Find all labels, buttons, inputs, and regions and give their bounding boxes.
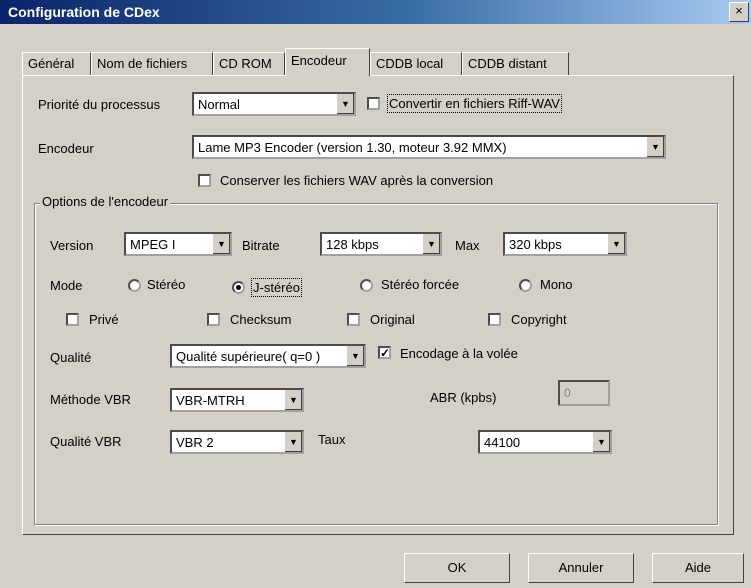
private-label: Privé bbox=[89, 312, 119, 327]
version-select[interactable]: MPEG I ▼ bbox=[124, 232, 232, 256]
riff-wav-checkbox[interactable] bbox=[367, 97, 380, 110]
keep-wav-label: Conserver les fichiers WAV après la conv… bbox=[220, 173, 494, 188]
bitrate-label: Bitrate bbox=[242, 238, 280, 253]
tab-general[interactable]: Général bbox=[22, 52, 91, 75]
encoder-options-title: Options de l'encodeur bbox=[40, 194, 171, 209]
radio-selected-dot bbox=[236, 285, 241, 290]
mode-label: Mode bbox=[50, 278, 83, 293]
chevron-down-icon[interactable]: ▼ bbox=[284, 432, 302, 452]
priority-select[interactable]: Normal ▼ bbox=[192, 92, 356, 116]
mode-mono-label: Mono bbox=[540, 277, 573, 292]
priority-label: Priorité du processus bbox=[38, 97, 161, 112]
chevron-down-icon[interactable]: ▼ bbox=[346, 346, 364, 366]
mode-mono-radio[interactable] bbox=[519, 279, 532, 292]
abr-label: ABR (kpbs) bbox=[430, 390, 497, 405]
mode-forced-stereo-radio[interactable] bbox=[360, 279, 373, 292]
title-bar: Configuration de CDex × bbox=[0, 0, 751, 24]
original-checkbox[interactable] bbox=[347, 313, 360, 326]
rate-label: Taux bbox=[318, 432, 346, 447]
tab-cddb-remote[interactable]: CDDB distant bbox=[462, 52, 569, 75]
chevron-down-icon[interactable]: ▼ bbox=[592, 432, 610, 452]
vbr-method-value: VBR-MTRH bbox=[176, 393, 245, 408]
mode-stereo-label: Stéréo bbox=[147, 277, 186, 292]
private-checkbox[interactable] bbox=[66, 313, 79, 326]
chevron-down-icon[interactable]: ▼ bbox=[336, 94, 354, 114]
chevron-down-icon[interactable]: ▼ bbox=[212, 234, 230, 254]
on-the-fly-label: Encodage à la volée bbox=[400, 346, 518, 361]
window-title: Configuration de CDex bbox=[8, 4, 160, 20]
close-icon[interactable]: × bbox=[729, 2, 749, 22]
encoder-select[interactable]: Lame MP3 Encoder (version 1.30, moteur 3… bbox=[192, 135, 666, 159]
keep-wav-checkbox[interactable] bbox=[198, 174, 211, 187]
copyright-label: Copyright bbox=[511, 312, 567, 327]
chevron-down-icon[interactable]: ▼ bbox=[284, 390, 302, 410]
tab-encoder[interactable]: Encodeur bbox=[285, 48, 370, 76]
mode-forced-stereo-label: Stéréo forcée bbox=[381, 277, 460, 292]
vbr-quality-label: Qualité VBR bbox=[50, 434, 122, 449]
original-label: Original bbox=[370, 312, 415, 327]
priority-value: Normal bbox=[198, 97, 240, 112]
quality-select[interactable]: Qualité supérieure( q=0 ) ▼ bbox=[170, 344, 366, 368]
tab-cd-rom[interactable]: CD ROM bbox=[213, 52, 285, 75]
abr-input[interactable]: 0 bbox=[558, 380, 610, 406]
quality-label: Qualité bbox=[50, 350, 92, 365]
copyright-checkbox[interactable] bbox=[488, 313, 501, 326]
on-the-fly-checkbox[interactable]: ✓ bbox=[378, 346, 391, 359]
mode-jstereo-label: J-stéréo bbox=[251, 278, 302, 297]
version-value: MPEG I bbox=[130, 237, 176, 252]
checksum-label: Checksum bbox=[230, 312, 292, 327]
max-value: 320 kbps bbox=[509, 237, 562, 252]
mode-stereo-radio[interactable] bbox=[128, 279, 141, 292]
vbr-quality-select[interactable]: VBR 2 ▼ bbox=[170, 430, 304, 454]
cdex-config-dialog: Configuration de CDex × Général Nom de f… bbox=[0, 0, 751, 588]
bitrate-select[interactable]: 128 kbps ▼ bbox=[320, 232, 442, 256]
checksum-checkbox[interactable] bbox=[207, 313, 220, 326]
encoder-value: Lame MP3 Encoder (version 1.30, moteur 3… bbox=[198, 140, 507, 155]
bitrate-value: 128 kbps bbox=[326, 237, 379, 252]
chevron-down-icon[interactable]: ▼ bbox=[607, 234, 625, 254]
help-button[interactable]: Aide bbox=[652, 553, 744, 583]
abr-value: 0 bbox=[564, 386, 571, 400]
riff-wav-label: Convertir en fichiers Riff-WAV bbox=[387, 94, 562, 113]
max-label: Max bbox=[455, 238, 480, 253]
vbr-method-label: Méthode VBR bbox=[50, 392, 131, 407]
rate-select[interactable]: 44100 ▼ bbox=[478, 430, 612, 454]
chevron-down-icon[interactable]: ▼ bbox=[646, 137, 664, 157]
tab-cddb-local[interactable]: CDDB local bbox=[370, 52, 462, 75]
quality-value: Qualité supérieure( q=0 ) bbox=[176, 349, 321, 364]
cancel-button[interactable]: Annuler bbox=[528, 553, 634, 583]
vbr-method-select[interactable]: VBR-MTRH ▼ bbox=[170, 388, 304, 412]
max-bitrate-select[interactable]: 320 kbps ▼ bbox=[503, 232, 627, 256]
tab-file-names[interactable]: Nom de fichiers bbox=[91, 52, 213, 75]
ok-button[interactable]: OK bbox=[404, 553, 510, 583]
mode-jstereo-radio[interactable] bbox=[232, 281, 245, 294]
chevron-down-icon[interactable]: ▼ bbox=[422, 234, 440, 254]
encoder-label: Encodeur bbox=[38, 141, 94, 156]
version-label: Version bbox=[50, 238, 94, 253]
vbr-quality-value: VBR 2 bbox=[176, 435, 214, 450]
rate-value: 44100 bbox=[484, 435, 521, 450]
